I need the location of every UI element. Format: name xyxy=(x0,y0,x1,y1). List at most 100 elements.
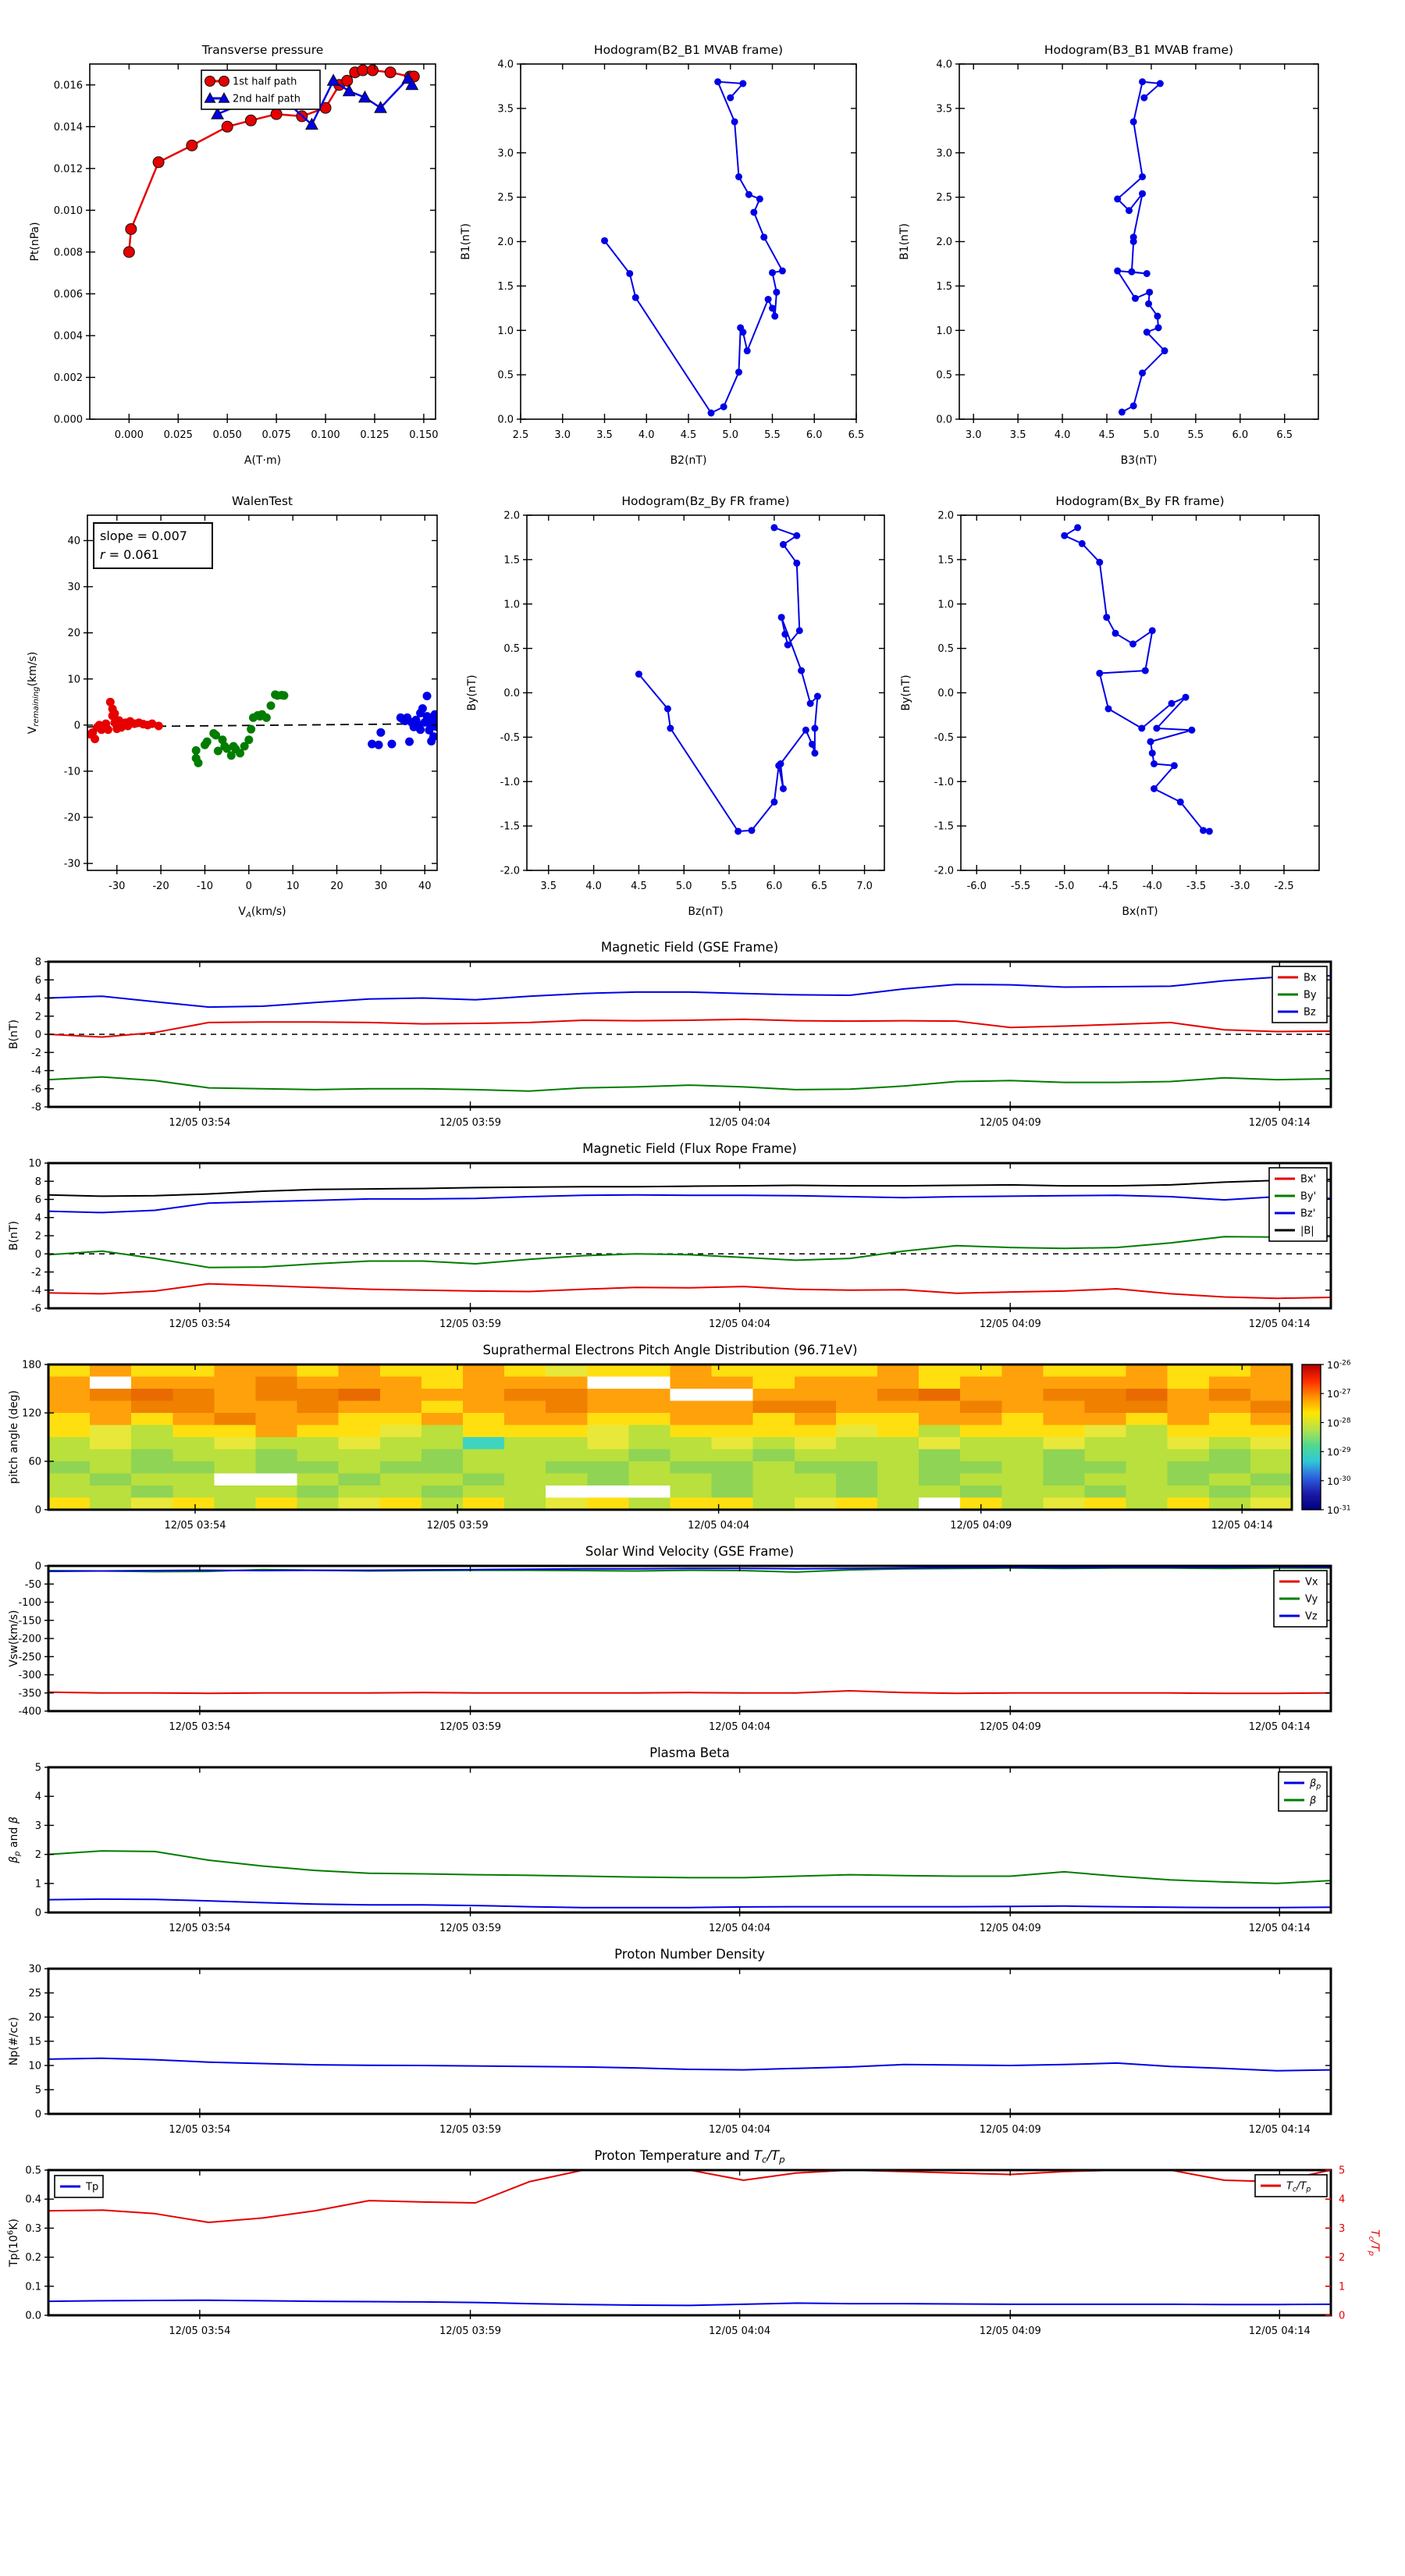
heatmap-cell xyxy=(48,1401,91,1414)
x-tick-label: 5.0 xyxy=(676,881,692,892)
point-marker xyxy=(1139,78,1146,85)
heatmap-cell xyxy=(546,1474,588,1486)
x-tick-label: 12/05 03:59 xyxy=(439,1721,501,1733)
heatmap-cell xyxy=(960,1377,1002,1389)
heatmap-cell xyxy=(1085,1377,1127,1389)
panel-hodxy: Hodogram(Bx_By FR frame)-6.0-5.5-5.0-4.5… xyxy=(900,494,1319,918)
point-marker xyxy=(416,725,425,734)
heatmap-cell xyxy=(422,1474,464,1486)
point-marker xyxy=(385,67,396,78)
heatmap-cell xyxy=(380,1461,422,1474)
point-marker xyxy=(1154,313,1161,320)
heatmap-cell xyxy=(546,1377,588,1389)
point-marker xyxy=(770,799,777,806)
heatmap-cell xyxy=(1126,1413,1168,1425)
heatmap-cell xyxy=(173,1474,215,1486)
heatmap-cell xyxy=(422,1485,464,1498)
point-marker xyxy=(745,191,752,198)
y-tick-label: 1.5 xyxy=(937,554,954,566)
point-marker xyxy=(793,560,800,567)
heatmap-cell xyxy=(297,1401,340,1414)
x-tick-label: 6.0 xyxy=(1232,429,1248,441)
point-marker xyxy=(1114,268,1121,275)
point-marker xyxy=(632,294,639,301)
y-tick-label: 0.5 xyxy=(497,370,514,382)
x-tick-label: 12/05 04:09 xyxy=(950,1520,1012,1532)
heatmap-cell xyxy=(463,1425,505,1438)
y-tick-label: 0.1 xyxy=(25,2281,41,2293)
x-tick-label: 12/05 03:59 xyxy=(439,1318,501,1330)
heatmap-cell xyxy=(173,1485,215,1498)
point-marker xyxy=(1183,694,1190,701)
point-marker xyxy=(667,725,674,732)
y-tick-label: 0.0 xyxy=(503,688,520,699)
heatmap-cell xyxy=(1085,1461,1127,1474)
heatmap-cell xyxy=(836,1461,878,1474)
heatmap-cell xyxy=(1168,1461,1210,1474)
series-line xyxy=(48,1691,1331,1693)
point-marker xyxy=(779,268,786,275)
heatmap-cell xyxy=(1250,1461,1293,1474)
x-tick-label: -4.0 xyxy=(1143,881,1162,892)
series-line xyxy=(48,976,1331,1007)
point-marker xyxy=(279,692,288,700)
point-marker xyxy=(153,157,164,168)
heatmap-cell xyxy=(1085,1389,1127,1401)
y-tick-label: 0.004 xyxy=(54,330,83,342)
heatmap-cell xyxy=(504,1437,546,1450)
heatmap-cell xyxy=(339,1377,381,1389)
colorbar-tick-label: 10-28 xyxy=(1327,1417,1351,1429)
x-tick-label: 12/05 03:59 xyxy=(439,1117,501,1129)
point-marker xyxy=(244,735,253,744)
point-marker xyxy=(1132,295,1139,302)
x-tick-label: 0.125 xyxy=(360,429,389,441)
y-tick-label: 0 xyxy=(35,1030,41,1041)
y-tick-label: -350 xyxy=(18,1688,41,1699)
heatmap-cell xyxy=(919,1437,961,1450)
x-tick-label: 4.0 xyxy=(585,881,602,892)
heatmap-cell xyxy=(380,1474,422,1486)
series-line xyxy=(48,1077,1331,1091)
heatmap-cell xyxy=(1085,1413,1127,1425)
heatmap-cell xyxy=(1043,1389,1085,1401)
point-marker xyxy=(809,741,816,748)
y-tick-label: 1.5 xyxy=(936,281,952,293)
heatmap-cell xyxy=(256,1450,298,1462)
y-tick-label: -0.5 xyxy=(500,732,520,744)
point-marker xyxy=(1129,640,1136,647)
heatmap-cell xyxy=(48,1377,91,1389)
y-tick-label: 8 xyxy=(35,957,41,969)
point-marker xyxy=(1151,760,1158,767)
point-marker xyxy=(1128,269,1135,276)
x-tick-label: 12/05 04:04 xyxy=(709,1923,770,1934)
y-tick-label: 2.0 xyxy=(497,237,514,248)
heatmap-cell xyxy=(795,1485,837,1498)
point-marker xyxy=(1149,627,1156,634)
heatmap-cell xyxy=(753,1413,795,1425)
x-tick-label: 4.0 xyxy=(638,429,655,441)
axes-frame xyxy=(521,64,856,419)
x-tick-label: 12/05 03:54 xyxy=(164,1520,226,1532)
x-tick-label: 12/05 04:09 xyxy=(980,2325,1041,2337)
heatmap-cell xyxy=(214,1425,256,1438)
heatmap-cell xyxy=(48,1450,91,1462)
y-tick-label: 4 xyxy=(35,1212,41,1224)
panel-pt: Transverse pressure0.0000.0250.0500.0750… xyxy=(29,43,439,467)
x-axis-label: Bz(nT) xyxy=(688,906,723,918)
heatmap-cell xyxy=(753,1474,795,1486)
y-tick-label: 30 xyxy=(67,582,80,593)
heatmap-cell xyxy=(795,1461,837,1474)
heatmap-cell xyxy=(90,1485,132,1498)
heatmap-cell xyxy=(1209,1425,1251,1438)
heatmap-cell xyxy=(960,1425,1002,1438)
heatmap-cell xyxy=(131,1461,173,1474)
x-tick-label: 12/05 04:04 xyxy=(709,2325,770,2337)
heatmap-cell xyxy=(48,1413,91,1425)
y-tick-label: 0.5 xyxy=(503,643,520,655)
heatmap-cell xyxy=(256,1401,298,1414)
y-tick-label: -4 xyxy=(31,1285,41,1297)
heatmap-cell xyxy=(795,1377,837,1389)
x-tick-label: 5.5 xyxy=(721,881,738,892)
heatmap-cell xyxy=(1126,1377,1168,1389)
y-tick-label: 4 xyxy=(35,1791,41,1803)
